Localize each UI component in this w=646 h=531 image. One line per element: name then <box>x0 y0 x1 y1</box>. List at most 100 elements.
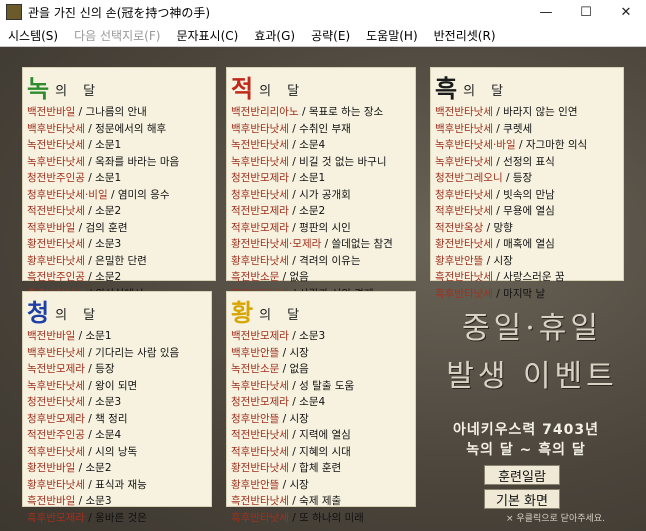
event-entry[interactable]: 청전반타낫세 / 소문3 <box>27 394 211 411</box>
event-entry[interactable]: 적후반타낫세 / 지혜의 시대 <box>231 444 415 461</box>
event-entry[interactable]: 녹전반모제라 / 등장 <box>27 361 211 378</box>
event-period: 황전반타낫세·모제라 <box>231 238 322 250</box>
event-entry[interactable]: 녹후반타낫세 / 성 탈출 도움 <box>231 378 415 395</box>
event-name: / 망향 <box>483 221 513 234</box>
event-entry[interactable]: 청후반타낫세·비일 / 염미의 응수 <box>27 187 215 204</box>
event-entry[interactable]: 황전반바일 / 소문2 <box>27 460 211 477</box>
menu-text-display[interactable]: 문자표시(C) <box>168 27 246 44</box>
maximize-button[interactable]: ☐ <box>566 0 606 24</box>
event-entry[interactable]: 청후반타낫세 / 시가 공개회 <box>231 187 415 204</box>
menu-help[interactable]: 도움말(H) <box>358 27 426 44</box>
event-entry[interactable]: 녹전반타낫세 / 소문1 <box>27 137 215 154</box>
event-name: / 소문1 <box>84 139 122 151</box>
event-entry[interactable]: 녹후반타낫세 / 선정의 표식 <box>435 154 623 171</box>
event-entry[interactable]: 적후반모제라 / 평판의 시인 <box>231 220 415 237</box>
event-entry[interactable]: 적후반타낫세 / 시의 낭독 <box>27 444 211 461</box>
event-entry[interactable]: 적전반주인공 / 소문4 <box>27 427 211 444</box>
event-entry[interactable]: 백후반타낫세 / 기다리는 사람 있음 <box>27 345 211 362</box>
home-screen-button[interactable]: 기본 화면 <box>484 489 560 509</box>
event-entry[interactable]: 흑후반타낫세 / 마지막 날 <box>435 286 623 303</box>
event-period: 백전반타낫세 <box>435 106 493 118</box>
event-entry[interactable]: 백전반리리아노 / 목표로 하는 장소 <box>231 104 415 121</box>
event-entry[interactable]: 청후반모제라 / 책 정리 <box>27 411 211 428</box>
menu-effects[interactable]: 효과(G) <box>246 27 303 44</box>
event-entry[interactable]: 청후반타낫세 / 빗속의 만남 <box>435 187 623 204</box>
event-entry[interactable]: 적전반타낫세 / 지력에 열심 <box>231 427 415 444</box>
event-entry[interactable]: 청전반주인공 / 소문1 <box>27 170 215 187</box>
month-panel-red: 적 의 달 백전반리리아노 / 목표로 하는 장소 백후반타낫세 / 수취인 부재 녹전… <box>226 67 416 300</box>
event-entry[interactable]: 백후반안뜰 / 시장 <box>231 345 415 362</box>
event-entry[interactable]: 흑후반타낫세 / 또 하나의 미래 <box>231 510 415 527</box>
event-period: 황후반타낫세 <box>27 254 85 267</box>
event-entry[interactable]: 황전반타낫세 / 합체 훈련 <box>231 460 415 477</box>
event-period: 녹전반소문 <box>231 363 280 375</box>
event-period: 녹전반타낫세 <box>27 139 85 151</box>
event-entry[interactable]: 청전반모제라 / 소문4 <box>231 394 415 411</box>
menu-reverse-reset[interactable]: 반전리셋(R) <box>426 27 504 44</box>
event-period: 백전반모제라 <box>231 330 289 342</box>
event-entry[interactable]: 황후반타낫세 / 격려의 이유는 <box>231 253 415 270</box>
month-panel-blue: 청의 달 백전반바일 / 소문1 백후반타낫세 / 기다리는 사람 있음 녹전반모제라… <box>22 291 212 524</box>
event-name: / 평판의 시인 <box>288 221 351 234</box>
event-entry[interactable]: 백전반바일 / 그나름의 안내 <box>27 104 215 121</box>
window-title: 관을 가진 신의 손(冠を持つ神の手) <box>28 5 211 20</box>
event-period: 황전반타낫세 <box>231 462 289 474</box>
event-entry[interactable]: 흑전반바일 / 소문3 <box>27 493 211 510</box>
event-entry[interactable]: 백후반타낫세 / 수취인 부재 <box>231 121 415 138</box>
event-entry[interactable]: 황후반타낫세 / 표식과 재능 <box>27 477 211 494</box>
event-name: / 검의 훈련 <box>75 221 128 234</box>
event-entry[interactable]: 황전반타낫세 / 소문3 <box>27 236 215 253</box>
event-entry[interactable]: 녹후반타낫세·바일 / 자그마한 의식 <box>435 137 623 154</box>
event-period: 백전반바일 <box>27 106 76 118</box>
event-entry[interactable]: 황후반안뜰 / 시장 <box>231 477 415 494</box>
event-period: 적전반타낫세 <box>27 205 85 217</box>
event-entry[interactable]: 백후반타낫세 / 쿠렛세 <box>435 121 623 138</box>
event-entry[interactable]: 적후반타낫세 / 무용에 열심 <box>435 203 623 220</box>
event-entry[interactable]: 적전반타낫세 / 소문2 <box>27 203 215 220</box>
event-name: / 소문2 <box>75 462 112 474</box>
menu-next-choice[interactable]: 다음 선택지로(F) <box>66 27 168 44</box>
event-name: / 비길 것 없는 바구니 <box>288 155 387 168</box>
month-suffix: 의 달 <box>55 308 102 323</box>
event-entry[interactable]: 청전반모제라 / 소문1 <box>231 170 415 187</box>
menu-walkthrough[interactable]: 공략(E) <box>303 27 358 44</box>
event-name: / 숙제 제출 <box>288 495 342 507</box>
event-period: 흑후반타낫세 <box>231 511 289 524</box>
event-entry[interactable]: 적전반모제라 / 소문2 <box>231 203 415 220</box>
event-entry[interactable]: 녹후반타낫세 / 옥좌를 바라는 마음 <box>27 154 215 171</box>
calendar-year: 아네키우스력 7403년 <box>453 422 599 438</box>
event-entry[interactable]: 황후반안뜰 / 시장 <box>435 253 623 270</box>
event-entry[interactable]: 청전반그레오니 / 등장 <box>435 170 623 187</box>
close-button[interactable]: ✕ <box>606 0 646 24</box>
event-entry[interactable]: 적후반바일 / 검의 훈련 <box>27 220 215 237</box>
event-name: / 소문4 <box>288 139 326 151</box>
event-entry[interactable]: 녹전반소문 / 없음 <box>231 361 415 378</box>
event-entry[interactable]: 황전반타낫세 / 매혹에 열심 <box>435 236 623 253</box>
event-entry[interactable]: 백전반타낫세 / 바라지 않는 인연 <box>435 104 623 121</box>
event-entry[interactable]: 황후반타낫세 / 은밀한 단련 <box>27 253 215 270</box>
event-entry[interactable]: 백전반모제라 / 소문3 <box>231 328 415 345</box>
event-name: / 시장 <box>279 412 309 425</box>
minimize-button[interactable]: — <box>526 0 566 24</box>
event-entry[interactable]: 백전반바일 / 소문1 <box>27 328 211 345</box>
menu-system[interactable]: 시스템(S) <box>0 27 66 44</box>
event-period: 흑전반바일 <box>27 495 76 507</box>
event-entry[interactable]: 적전반옥상 / 망향 <box>435 220 623 237</box>
event-entry[interactable]: 녹전반타낫세 / 소문4 <box>231 137 415 154</box>
event-entry[interactable]: 흑전반주인공 / 소문2 <box>27 269 215 286</box>
event-entry[interactable]: 녹후반타낫세 / 왕이 되면 <box>27 378 211 395</box>
event-entry[interactable]: 백후반타낫세 / 정문에서의 해후 <box>27 121 215 138</box>
event-entry[interactable]: 녹후반타낫세 / 비길 것 없는 바구니 <box>231 154 415 171</box>
event-name: / 옥좌를 바라는 마음 <box>84 155 180 168</box>
event-entry[interactable]: 흑후반모제라 / 옹바른 것은 <box>27 510 211 527</box>
event-period: 황전반타낫세 <box>27 238 85 250</box>
month-glyph: 녹 <box>27 74 50 103</box>
event-period: 녹후반타낫세·바일 <box>435 139 516 151</box>
training-list-button[interactable]: 훈련일람 <box>484 465 560 485</box>
event-name: / 소문2 <box>84 271 122 283</box>
event-entry[interactable]: 흑전반타낫세 / 숙제 제출 <box>231 493 415 510</box>
event-entry[interactable]: 청후반안뜰 / 시장 <box>231 411 415 428</box>
event-entry[interactable]: 흑전반소문 / 없음 <box>231 269 415 286</box>
event-entry[interactable]: 흑전반타낫세 / 사랑스러운 꿈 <box>435 269 623 286</box>
event-entry[interactable]: 황전반타낫세·모제라 / 쓸데없는 참견 <box>231 236 415 253</box>
